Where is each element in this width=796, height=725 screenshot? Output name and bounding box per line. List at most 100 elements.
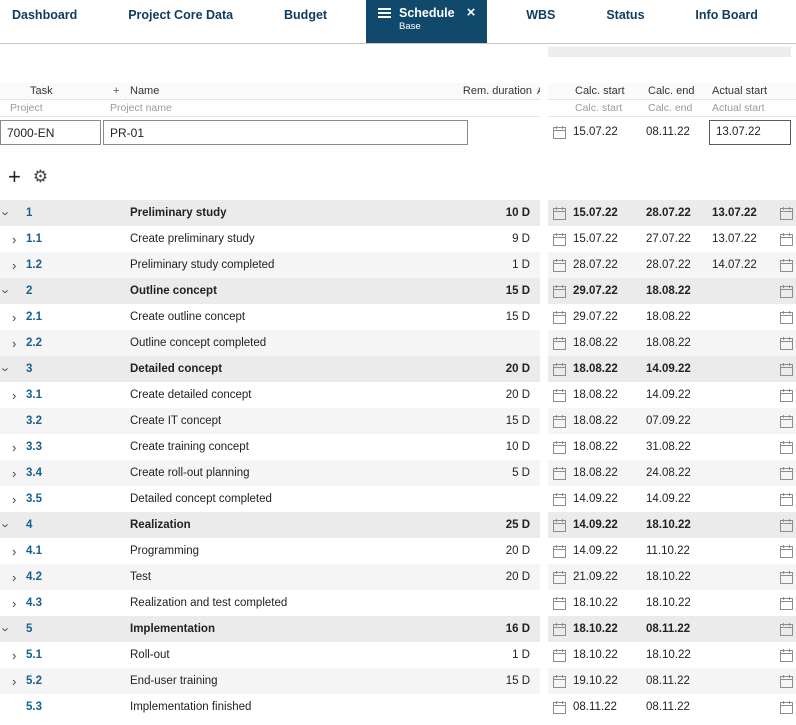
calendar-icon[interactable]: [553, 466, 573, 480]
task-row-5-3[interactable]: 5.3 Implementation finished: [0, 694, 540, 720]
tab-info-board[interactable]: Info Board: [683, 0, 770, 30]
chevron-right-icon[interactable]: ›: [0, 466, 26, 481]
calendar-icon[interactable]: [780, 596, 796, 610]
calendar-icon[interactable]: [553, 388, 573, 402]
add-column-icon[interactable]: +: [113, 85, 119, 97]
calendar-icon[interactable]: [780, 414, 796, 428]
task-row-3-1[interactable]: › 3.1 Create detailed concept 20 D: [0, 382, 540, 408]
chevron-right-icon[interactable]: ›: [0, 648, 26, 663]
calendar-icon[interactable]: [780, 622, 796, 636]
chevron-right-icon[interactable]: ›: [0, 440, 26, 455]
project-name-input[interactable]: [103, 120, 468, 145]
calendar-icon[interactable]: [553, 700, 573, 714]
task-dates-row-5-3[interactable]: 08.11.22 08.11.22: [548, 694, 796, 720]
task-row-5-2[interactable]: › 5.2 End-user training 15 D: [0, 668, 540, 694]
calendar-icon[interactable]: [553, 674, 573, 688]
task-dates-row-1[interactable]: 15.07.22 28.07.22 13.07.22: [548, 200, 796, 226]
calendar-icon[interactable]: [780, 440, 796, 454]
calendar-icon[interactable]: [553, 284, 573, 298]
calendar-icon[interactable]: [553, 336, 573, 350]
chevron-right-icon[interactable]: ›: [0, 232, 26, 247]
task-dates-row-3-2[interactable]: 18.08.22 07.09.22: [548, 408, 796, 434]
calendar-icon[interactable]: [780, 700, 796, 714]
task-dates-row-3-5[interactable]: 14.09.22 14.09.22: [548, 486, 796, 512]
chevron-down-icon[interactable]: ›: [0, 362, 26, 377]
chevron-right-icon[interactable]: ›: [0, 544, 26, 559]
tab-schedule[interactable]: Schedule × Base: [365, 0, 488, 43]
task-dates-row-2-2[interactable]: 18.08.22 18.08.22: [548, 330, 796, 356]
calendar-icon[interactable]: [553, 570, 573, 584]
chevron-right-icon[interactable]: ›: [0, 596, 26, 611]
tab-dashboard[interactable]: Dashboard: [0, 0, 89, 30]
task-row-4-3[interactable]: › 4.3 Realization and test completed: [0, 590, 540, 616]
task-dates-row-5-1[interactable]: 18.10.22 18.10.22: [548, 642, 796, 668]
task-dates-row-1-2[interactable]: 28.07.22 28.07.22 14.07.22: [548, 252, 796, 278]
task-dates-row-3-1[interactable]: 18.08.22 14.09.22: [548, 382, 796, 408]
task-row-3-5[interactable]: › 3.5 Detailed concept completed: [0, 486, 540, 512]
task-row-4[interactable]: › 4 Realization 25 D: [0, 512, 540, 538]
chevron-down-icon[interactable]: ›: [0, 518, 26, 533]
task-dates-row-4-1[interactable]: 14.09.22 11.10.22: [548, 538, 796, 564]
chevron-right-icon[interactable]: ›: [0, 492, 26, 507]
task-dates-row-4-3[interactable]: 18.10.22 18.10.22: [548, 590, 796, 616]
task-dates-row-2[interactable]: 29.07.22 18.08.22: [548, 278, 796, 304]
task-row-3[interactable]: › 3 Detailed concept 20 D: [0, 356, 540, 382]
calendar-icon[interactable]: [780, 570, 796, 584]
add-task-button[interactable]: +: [8, 166, 21, 188]
task-row-4-2[interactable]: › 4.2 Test 20 D: [0, 564, 540, 590]
task-row-5-1[interactable]: › 5.1 Roll-out 1 D: [0, 642, 540, 668]
chevron-right-icon[interactable]: ›: [0, 388, 26, 403]
task-row-1-2[interactable]: › 1.2 Preliminary study completed 1 D: [0, 252, 540, 278]
task-row-2-1[interactable]: › 2.1 Create outline concept 15 D: [0, 304, 540, 330]
hamburger-icon[interactable]: [377, 7, 391, 18]
calendar-icon[interactable]: [780, 518, 796, 532]
tab-status[interactable]: Status: [594, 0, 656, 30]
task-dates-row-3-4[interactable]: 18.08.22 24.08.22: [548, 460, 796, 486]
task-row-3-4[interactable]: › 3.4 Create roll-out planning 5 D: [0, 460, 540, 486]
chevron-down-icon[interactable]: ›: [0, 284, 26, 299]
task-row-5[interactable]: › 5 Implementation 16 D: [0, 616, 540, 642]
chevron-down-icon[interactable]: ›: [0, 206, 26, 221]
calendar-icon[interactable]: [553, 492, 573, 506]
calendar-icon[interactable]: [553, 648, 573, 662]
chevron-right-icon[interactable]: ›: [0, 674, 26, 689]
calendar-icon[interactable]: [553, 622, 573, 636]
project-id-input[interactable]: [0, 120, 101, 145]
calendar-icon[interactable]: [780, 544, 796, 558]
settings-gear-button[interactable]: ⚙: [33, 167, 48, 187]
task-dates-row-4-2[interactable]: 21.09.22 18.10.22: [548, 564, 796, 590]
task-dates-row-4[interactable]: 14.09.22 18.10.22: [548, 512, 796, 538]
calendar-icon[interactable]: [553, 518, 573, 532]
task-dates-row-1-1[interactable]: 15.07.22 27.07.22 13.07.22: [548, 226, 796, 252]
task-row-3-2[interactable]: 3.2 Create IT concept 15 D: [0, 408, 540, 434]
calendar-icon[interactable]: [553, 414, 573, 428]
task-row-3-3[interactable]: › 3.3 Create training concept 10 D: [0, 434, 540, 460]
calendar-icon[interactable]: [780, 206, 796, 220]
task-dates-row-2-1[interactable]: 29.07.22 18.08.22: [548, 304, 796, 330]
calendar-icon[interactable]: [553, 544, 573, 558]
task-dates-row-3-3[interactable]: 18.08.22 31.08.22: [548, 434, 796, 460]
calendar-icon[interactable]: [553, 362, 573, 376]
calendar-icon[interactable]: [780, 648, 796, 662]
calendar-icon[interactable]: [780, 284, 796, 298]
calendar-icon[interactable]: [780, 310, 796, 324]
calendar-icon[interactable]: [780, 674, 796, 688]
tab-budget[interactable]: Budget: [272, 0, 339, 30]
task-row-1[interactable]: › 1 Preliminary study 10 D: [0, 200, 540, 226]
task-dates-row-5[interactable]: 18.10.22 08.11.22: [548, 616, 796, 642]
calendar-icon[interactable]: [780, 362, 796, 376]
calendar-icon[interactable]: [553, 232, 573, 246]
task-row-2-2[interactable]: › 2.2 Outline concept completed: [0, 330, 540, 356]
calendar-icon[interactable]: [780, 232, 796, 246]
close-icon[interactable]: ×: [467, 5, 476, 20]
horizontal-scrollbar[interactable]: [548, 47, 791, 57]
tab-wbs[interactable]: WBS: [514, 0, 567, 30]
calendar-icon[interactable]: [553, 258, 573, 272]
project-actual-start-field[interactable]: 13.07.22: [709, 120, 791, 145]
task-row-4-1[interactable]: › 4.1 Programming 20 D: [0, 538, 540, 564]
task-row-2[interactable]: › 2 Outline concept 15 D: [0, 278, 540, 304]
calendar-icon[interactable]: [780, 466, 796, 480]
chevron-right-icon[interactable]: ›: [0, 258, 26, 273]
chevron-right-icon[interactable]: ›: [0, 570, 26, 585]
calendar-icon[interactable]: [553, 206, 573, 220]
